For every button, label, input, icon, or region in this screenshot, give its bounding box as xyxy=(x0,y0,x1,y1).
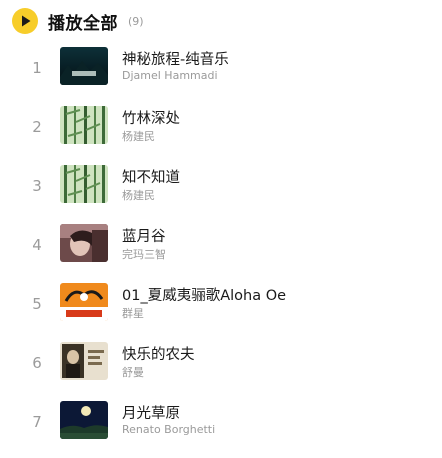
song-artist: 舒曼 xyxy=(122,366,144,379)
song-row[interactable]: 1 神秘旅程-纯音乐 Djamel Hammadi xyxy=(0,45,442,104)
song-title: 月光草原 xyxy=(122,406,180,422)
album-cover-bamboo xyxy=(60,165,108,203)
album-cover-moonlight xyxy=(60,401,108,439)
album-cover-bamboo xyxy=(60,106,108,144)
song-row[interactable]: 5 01_夏威夷骊歌Aloha Oe 群星 xyxy=(0,281,442,340)
song-artist: 杨建民 xyxy=(122,189,155,202)
song-row[interactable]: 6 快乐的农夫 舒曼 xyxy=(0,340,442,399)
song-row[interactable]: 7 月光草原 Renato Borghetti xyxy=(0,399,442,458)
play-all-header[interactable]: 播放全部 (9) xyxy=(12,8,144,34)
song-list: 1 神秘旅程-纯音乐 Djamel Hammadi 2 竹林深处 杨建民 3 知… xyxy=(0,45,442,458)
song-title: 知不知道 xyxy=(122,170,180,186)
album-cover-portrait xyxy=(60,224,108,262)
song-index: 2 xyxy=(32,118,42,136)
album-cover-schumann xyxy=(60,342,108,380)
song-artist: 群星 xyxy=(122,307,144,320)
play-all-button[interactable] xyxy=(12,8,38,34)
song-title: 01_夏威夷骊歌Aloha Oe xyxy=(122,288,287,304)
song-title: 竹林深处 xyxy=(122,111,180,127)
play-icon xyxy=(22,15,31,27)
song-row[interactable]: 2 竹林深处 杨建民 xyxy=(0,104,442,163)
song-row[interactable]: 4 蓝月谷 完玛三智 xyxy=(0,222,442,281)
song-artist: 完玛三智 xyxy=(122,248,166,261)
song-title: 神秘旅程-纯音乐 xyxy=(122,52,229,68)
song-artist: 杨建民 xyxy=(122,130,155,143)
song-index: 5 xyxy=(32,295,42,313)
song-title: 蓝月谷 xyxy=(122,229,166,245)
song-index: 6 xyxy=(32,354,42,372)
song-index: 1 xyxy=(32,59,42,77)
song-index: 3 xyxy=(32,177,42,195)
song-artist: Djamel Hammadi xyxy=(122,69,218,82)
play-all-label[interactable]: 播放全部 xyxy=(48,9,118,34)
album-cover-dark-forest xyxy=(60,47,108,85)
song-count: (9) xyxy=(128,14,144,28)
song-row[interactable]: 3 知不知道 杨建民 xyxy=(0,163,442,222)
song-index: 4 xyxy=(32,236,42,254)
album-cover-aloha xyxy=(60,283,108,321)
song-artist: Renato Borghetti xyxy=(122,423,216,436)
song-index: 7 xyxy=(32,413,42,431)
song-title: 快乐的农夫 xyxy=(122,347,195,363)
